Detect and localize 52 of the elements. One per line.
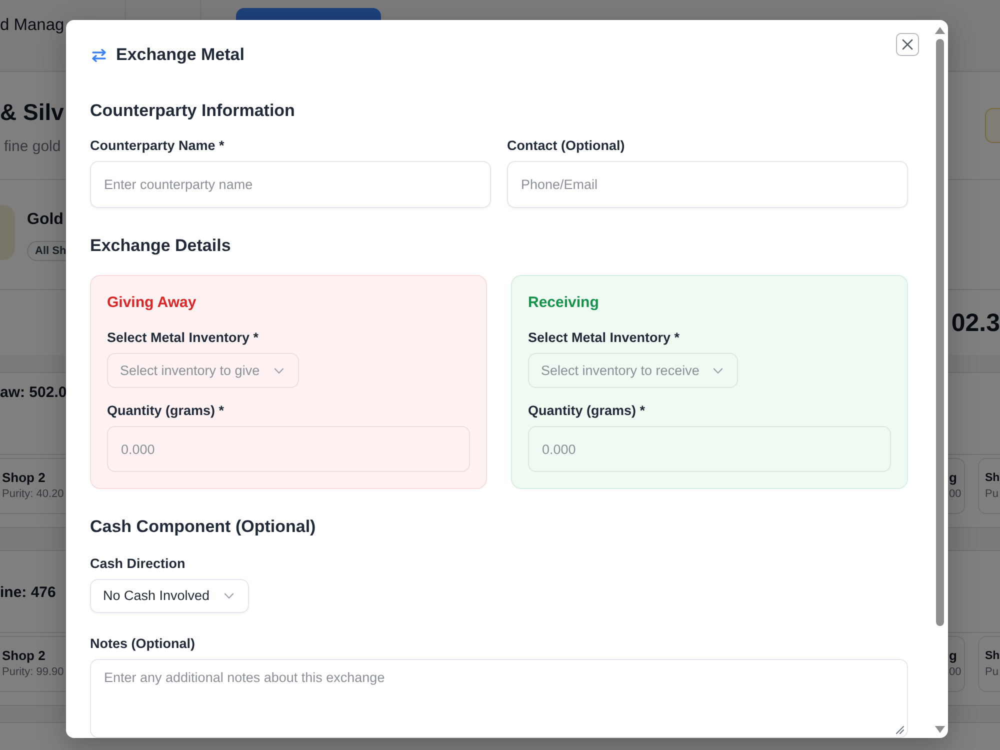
shop-name: Shop 2 bbox=[2, 469, 46, 487]
text-input[interactable]: Phone/Email bbox=[507, 161, 908, 208]
card-text: Sh bbox=[985, 471, 1000, 486]
field-label: Notes (Optional) bbox=[90, 635, 195, 653]
card-subtext: 00 bbox=[949, 487, 962, 502]
card-subtext: Pu bbox=[985, 665, 998, 680]
field-label: Select Metal Inventory * bbox=[107, 329, 259, 347]
field-label: Contact (Optional) bbox=[507, 137, 625, 155]
card-text: g bbox=[949, 647, 957, 665]
section-heading: Exchange Details bbox=[90, 235, 231, 257]
card-subtext: Pu bbox=[985, 487, 998, 502]
scroll-down-arrow-icon[interactable] bbox=[935, 726, 945, 733]
chevron-down-icon[interactable] bbox=[224, 593, 234, 599]
inventory-select[interactable]: Select inventory to give bbox=[107, 353, 299, 388]
close-icon[interactable] bbox=[902, 39, 913, 50]
resize-grip-icon[interactable] bbox=[896, 726, 904, 734]
cash-direction-select[interactable]: No Cash Involved bbox=[90, 579, 249, 613]
text-input[interactable]: Enter counterparty name bbox=[90, 161, 491, 208]
card-text: g bbox=[949, 469, 957, 487]
shop-purity: Purity: 40.20 bbox=[2, 487, 64, 502]
group-summary: ine: 476 bbox=[0, 583, 56, 603]
total-value: 02.3 bbox=[951, 308, 1000, 338]
group-summary: aw: 502.0 bbox=[0, 383, 67, 403]
dialog-title: Exchange Metal bbox=[116, 44, 244, 66]
page-title: d Manag bbox=[0, 15, 66, 36]
notes-textarea[interactable]: Enter any additional notes about this exchange bbox=[90, 659, 908, 738]
card-subtext: 00 bbox=[949, 665, 962, 680]
inventory-select[interactable]: Select inventory to receive bbox=[528, 353, 738, 388]
scroll-up-arrow-icon[interactable] bbox=[935, 27, 945, 34]
quantity-input[interactable]: 0.000 bbox=[107, 426, 470, 472]
filter-badge: All Sh bbox=[27, 241, 66, 261]
page-subtitle: fine gold bbox=[3, 137, 61, 157]
field-label: Quantity (grams) * bbox=[107, 402, 224, 420]
swap-arrows-icon bbox=[92, 48, 106, 62]
section-heading: Cash Component (Optional) bbox=[90, 516, 316, 538]
panel-title: Receiving bbox=[528, 293, 599, 313]
shop-purity: Purity: 99.90 bbox=[2, 665, 64, 680]
close-button[interactable] bbox=[896, 33, 919, 56]
metal-name: Gold bbox=[27, 210, 64, 230]
section-heading: Counterparty Information bbox=[90, 100, 295, 122]
field-label: Select Metal Inventory * bbox=[528, 329, 680, 347]
panel-title: Giving Away bbox=[107, 293, 196, 313]
field-label: Cash Direction bbox=[90, 555, 186, 573]
quantity-input[interactable]: 0.000 bbox=[528, 426, 891, 472]
field-label: Quantity (grams) * bbox=[528, 402, 646, 420]
chevron-down-icon[interactable] bbox=[713, 368, 724, 374]
scrollbar-thumb[interactable] bbox=[936, 39, 944, 626]
page-heading: & Silv bbox=[0, 98, 64, 127]
chevron-down-icon[interactable] bbox=[274, 368, 284, 374]
field-label: Counterparty Name * bbox=[90, 137, 224, 155]
shop-name: Shop 2 bbox=[2, 647, 46, 665]
card-text: Sh bbox=[985, 649, 1000, 664]
